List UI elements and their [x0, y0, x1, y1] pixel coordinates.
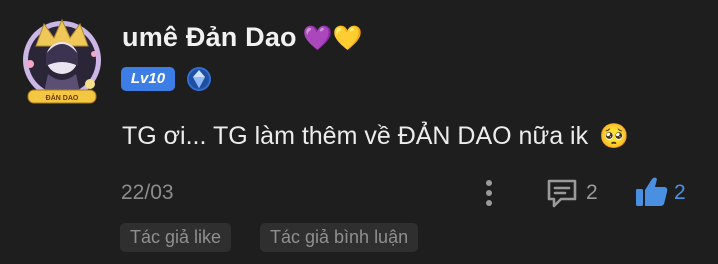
more-options-icon[interactable]	[479, 178, 499, 208]
level-badge: Lv10	[121, 67, 175, 91]
username[interactable]: umê Đản Dao 💜💛	[122, 22, 363, 53]
thumbs-up-icon[interactable]	[634, 174, 670, 210]
comment-card: ĐẢN DAO umê Đản Dao 💜💛 Lv10 TG ơi... TG l…	[0, 0, 718, 264]
heart-emojis: 💜💛	[302, 25, 363, 52]
diamond-shield-icon	[186, 66, 212, 92]
avatar[interactable]: ĐẢN DAO	[18, 14, 106, 108]
comment-date: 22/03	[121, 181, 174, 204]
reply-count: 2	[586, 181, 598, 204]
reply-icon[interactable]	[545, 177, 579, 209]
author-replied-tag: Tác giả bình luận	[260, 223, 419, 252]
username-text: umê Đản Dao	[122, 22, 297, 52]
comment-text-body: TG ơi... TG làm thêm về ĐẢN DAO nữa ik	[122, 122, 589, 150]
like-count: 2	[674, 181, 686, 204]
author-liked-tag: Tác giả like	[120, 223, 232, 252]
avatar-frame-caption: ĐẢN DAO	[46, 93, 79, 102]
pleading-face-emoji: 🥺	[599, 123, 629, 150]
comment-text: TG ơi... TG làm thêm về ĐẢN DAO nữa ik 🥺	[122, 122, 629, 151]
